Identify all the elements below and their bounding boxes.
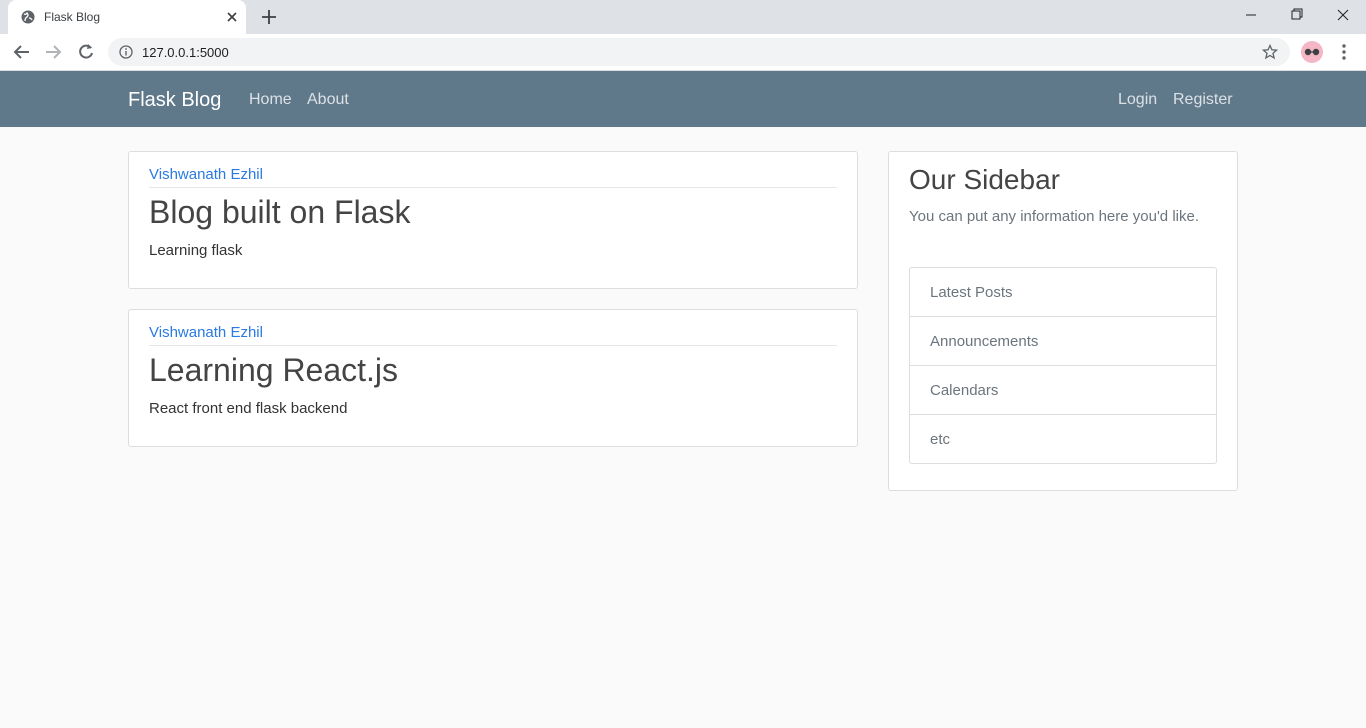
bookmark-star-icon[interactable]	[1262, 44, 1278, 60]
post-divider	[149, 187, 837, 188]
glasses-icon	[1304, 48, 1320, 56]
new-tab-icon[interactable]	[260, 8, 278, 26]
address-bar[interactable]: 127.0.0.1:5000	[108, 38, 1290, 66]
site-brand[interactable]: Flask Blog	[128, 89, 221, 112]
sidebar-list: Latest Posts Announcements Calendars etc	[909, 267, 1217, 464]
tab-strip: Flask Blog	[0, 0, 1366, 34]
reload-icon[interactable]	[76, 42, 96, 62]
close-tab-icon[interactable]	[224, 9, 240, 25]
sidebar-item-latest-posts[interactable]: Latest Posts	[910, 268, 1216, 316]
browser-toolbar: 127.0.0.1:5000	[0, 34, 1366, 71]
url-text: 127.0.0.1:5000	[142, 45, 229, 60]
post-divider	[149, 345, 837, 346]
more-menu-icon[interactable]	[1336, 42, 1352, 62]
profile-avatar[interactable]	[1301, 41, 1323, 63]
nav-link-home[interactable]: Home	[249, 91, 292, 109]
tab-title: Flask Blog	[44, 10, 101, 24]
post-card: Vishwanath Ezhil Blog built on Flask Lea…	[128, 151, 858, 289]
post-title: Blog built on Flask	[149, 194, 411, 230]
sidebar-item-announcements[interactable]: Announcements	[910, 316, 1216, 365]
minimize-icon[interactable]	[1228, 0, 1274, 30]
info-icon[interactable]	[119, 45, 133, 59]
post-content: Learning flask	[149, 242, 243, 259]
site-navbar: Flask Blog Home About Login Register	[0, 71, 1366, 127]
close-window-icon[interactable]	[1320, 0, 1366, 30]
post-card: Vishwanath Ezhil Learning React.js React…	[128, 309, 858, 447]
nav-link-about[interactable]: About	[307, 91, 349, 109]
sidebar: Our Sidebar You can put any information …	[888, 151, 1238, 491]
post-content: React front end flask backend	[149, 400, 348, 417]
nav-link-login[interactable]: Login	[1118, 91, 1157, 109]
globe-icon	[21, 10, 35, 24]
sidebar-item-calendars[interactable]: Calendars	[910, 365, 1216, 414]
browser-tab[interactable]: Flask Blog	[8, 0, 246, 34]
post-title: Learning React.js	[149, 352, 399, 388]
sidebar-text: You can put any information here you'd l…	[909, 208, 1199, 225]
sidebar-item-etc[interactable]: etc	[910, 414, 1216, 463]
sidebar-title: Our Sidebar	[909, 164, 1060, 195]
post-author-link[interactable]: Vishwanath Ezhil	[149, 324, 263, 341]
forward-arrow-icon[interactable]	[43, 42, 63, 62]
back-arrow-icon[interactable]	[12, 42, 32, 62]
post-author-link[interactable]: Vishwanath Ezhil	[149, 166, 263, 183]
nav-link-register[interactable]: Register	[1173, 91, 1233, 109]
restore-icon[interactable]	[1274, 0, 1320, 30]
